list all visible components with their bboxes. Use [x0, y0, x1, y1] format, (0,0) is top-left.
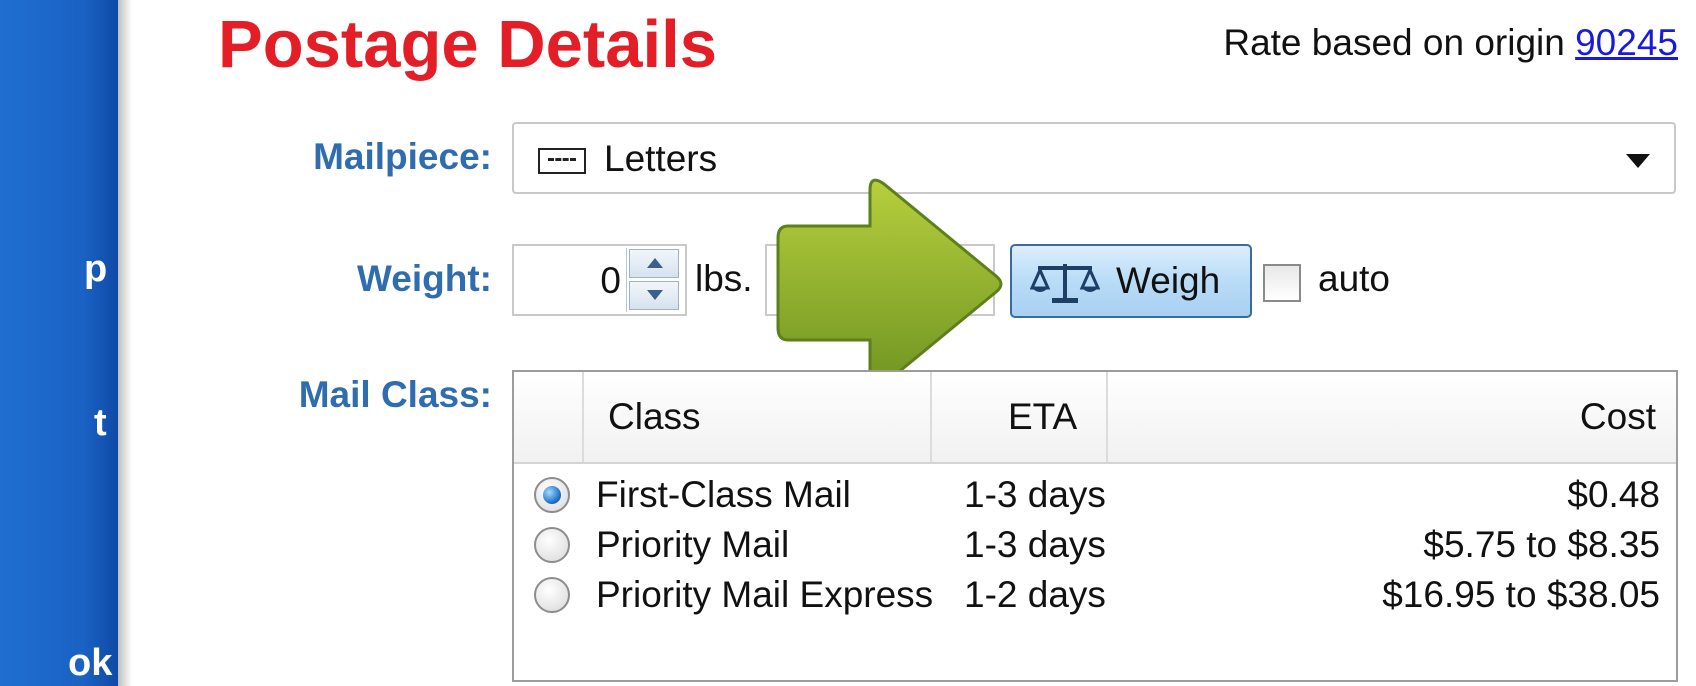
- radio-button-selected[interactable]: [534, 477, 570, 513]
- weigh-button-label: Weigh: [1116, 260, 1221, 301]
- weight-unit-label: lbs.: [695, 258, 753, 299]
- sidebar-item-fragment-3[interactable]: ok: [68, 642, 112, 685]
- class-cell: Priority Mail Express: [596, 574, 934, 615]
- eta-cell: 1-3 days: [964, 474, 1106, 515]
- weight-lbs-value: 0: [600, 260, 621, 301]
- page-title: Postage Details: [218, 7, 717, 82]
- table-row[interactable]: Priority Mail Express 1-2 days $16.95 to…: [514, 572, 1676, 622]
- column-divider: [930, 372, 932, 462]
- eta-cell: 1-2 days: [964, 574, 1106, 615]
- class-cell: Priority Mail: [596, 524, 790, 565]
- auto-weigh-label: auto: [1318, 258, 1391, 299]
- mailpiece-select[interactable]: Letters: [512, 122, 1676, 194]
- cost-cell: $16.95 to $38.05: [1382, 574, 1660, 615]
- stepper-down-icon[interactable]: [629, 281, 679, 310]
- auto-weigh-checkbox[interactable]: [1263, 264, 1301, 302]
- eta-cell: 1-3 days: [964, 524, 1106, 565]
- column-divider: [582, 372, 584, 462]
- column-divider: [1106, 372, 1108, 462]
- dropdown-arrow-icon[interactable]: [1626, 154, 1650, 168]
- origin-zip-link[interactable]: 90245: [1575, 22, 1678, 63]
- sidebar-item-fragment-1[interactable]: p: [84, 248, 107, 291]
- table-row[interactable]: Priority Mail 1-3 days $5.75 to $8.35: [514, 522, 1676, 572]
- mail-class-label: Mail Class:: [298, 374, 492, 415]
- column-header-eta[interactable]: ETA: [1008, 396, 1077, 438]
- class-cell: First-Class Mail: [596, 474, 851, 515]
- weight-label: Weight:: [357, 258, 492, 299]
- mail-class-table: Class ETA Cost First-Class Mail 1-3 days…: [512, 370, 1678, 682]
- cost-cell: $5.75 to $8.35: [1423, 524, 1660, 565]
- sidebar-item-fragment-2[interactable]: t: [94, 402, 107, 445]
- stepper-up-icon[interactable]: [629, 249, 679, 278]
- radio-button[interactable]: [534, 527, 570, 563]
- column-header-cost[interactable]: Cost: [1580, 396, 1656, 438]
- table-header: Class ETA Cost: [514, 372, 1676, 464]
- table-row[interactable]: First-Class Mail 1-3 days $0.48: [514, 472, 1676, 522]
- left-sidebar: [0, 0, 118, 686]
- weight-lbs-stepper[interactable]: [626, 248, 683, 312]
- sidebar-shadow: [118, 0, 132, 686]
- rate-origin-text: Rate based on origin 90245: [1223, 22, 1678, 64]
- scale-icon: [1029, 258, 1101, 311]
- mailpiece-label: Mailpiece:: [313, 136, 492, 177]
- weight-lbs-input[interactable]: 0: [512, 244, 687, 316]
- column-header-class[interactable]: Class: [608, 396, 701, 438]
- rate-origin-label: Rate based on origin: [1223, 22, 1576, 63]
- weigh-button[interactable]: Weigh: [1010, 244, 1252, 318]
- radio-button[interactable]: [534, 577, 570, 613]
- cost-cell: $0.48: [1567, 474, 1660, 515]
- mailpiece-value: Letters: [604, 138, 718, 179]
- envelope-icon: [538, 148, 586, 174]
